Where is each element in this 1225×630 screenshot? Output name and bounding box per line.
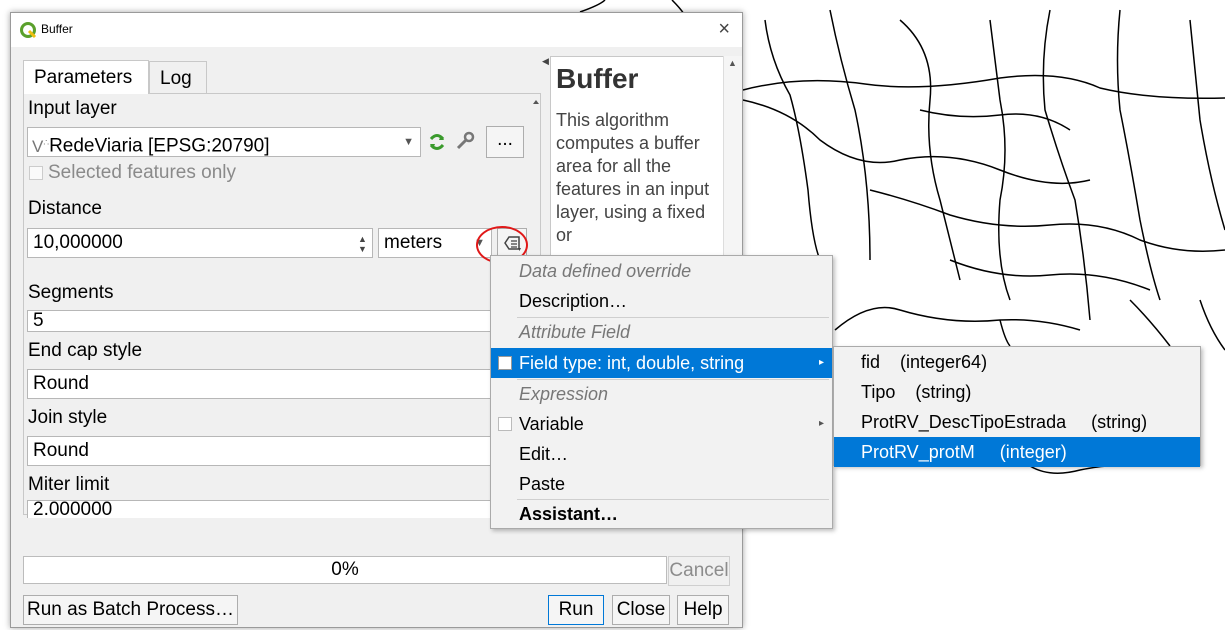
chevron-down-icon: ▼ [403, 136, 414, 148]
selected-only-label: Selected features only [48, 162, 237, 183]
progress-bar: 0% [23, 556, 667, 584]
distance-unit-value: meters [384, 232, 443, 253]
distance-unit-combo[interactable]: meters ▼ [378, 228, 492, 258]
checkbox-icon [498, 356, 512, 370]
iterate-icon[interactable] [427, 132, 447, 152]
help-panel: Buffer This algorithm computes a buffer … [550, 56, 730, 271]
menu-header-attribute-field: Attribute Field [519, 322, 631, 342]
input-layer-label: Input layer [28, 98, 117, 119]
menu-item-variable[interactable]: Variable ▸ [491, 409, 832, 439]
checkbox-icon [498, 417, 512, 431]
distance-label: Distance [28, 198, 102, 219]
help-button[interactable]: Help [677, 595, 729, 625]
tab-log[interactable]: Log [149, 61, 207, 93]
vector-layer-icon: V∴ [32, 136, 50, 156]
spin-arrows-icon[interactable]: ▲ ▼ [358, 234, 367, 254]
join-style-label: Join style [28, 407, 108, 428]
scroll-up-icon[interactable]: ▲ [728, 58, 737, 68]
menu-item-assistant[interactable]: Assistant… [491, 499, 832, 529]
segments-label: Segments [28, 282, 114, 303]
menu-header-data-defined: Data defined override [519, 261, 692, 281]
menu-item-variable-label: Variable [519, 414, 584, 434]
close-icon[interactable]: × [718, 18, 730, 41]
help-text: This algorithm computes a buffer area fo… [556, 110, 710, 245]
miter-limit-label: Miter limit [28, 474, 110, 495]
end-cap-style-combo[interactable]: Round [27, 369, 497, 399]
miter-limit-input[interactable]: 2.000000 [27, 500, 497, 518]
menu-header-expression: Expression [519, 384, 609, 404]
window-title: Buffer [41, 22, 73, 36]
title-bar: Buffer × [11, 13, 742, 47]
distance-input[interactable]: 10,000000 [27, 228, 373, 258]
field-item-prot-m[interactable]: ProtRV_protM (integer) [834, 437, 1200, 467]
menu-item-description[interactable]: Description… [491, 286, 832, 316]
splitter-arrow-icon[interactable]: ◀ [542, 56, 549, 67]
cancel-button[interactable]: Cancel [668, 556, 730, 586]
menu-item-field-type-label: Field type: int, double, string [519, 353, 745, 373]
submenu-arrow-icon: ▸ [818, 418, 824, 429]
close-button[interactable]: Close [612, 595, 670, 625]
input-layer-combo[interactable]: V∴RedeViaria [EPSG:20790] ▼ [27, 127, 421, 157]
run-batch-button[interactable]: Run as Batch Process… [23, 595, 238, 625]
wrench-icon[interactable] [454, 130, 476, 152]
field-item-desc-tipo-estrada[interactable]: ProtRV_DescTipoEstrada (string) [834, 407, 1200, 437]
browse-button[interactable]: ... [486, 126, 524, 158]
end-cap-style-label: End cap style [28, 340, 143, 361]
qgis-logo-icon [20, 22, 37, 39]
menu-item-edit[interactable]: Edit… [491, 439, 832, 469]
help-title: Buffer [556, 63, 639, 94]
segments-input[interactable]: 5 [27, 310, 497, 332]
input-layer-value: RedeViaria [EPSG:20790] [49, 135, 270, 157]
field-item-fid[interactable]: fid (integer64) [834, 347, 1200, 377]
data-defined-menu: Data defined override Description… Attri… [490, 255, 833, 529]
progress-text: 0% [331, 559, 359, 580]
tab-parameters[interactable]: Parameters [23, 60, 149, 94]
menu-item-field-type[interactable]: Field type: int, double, string ▸ [491, 348, 832, 378]
menu-item-paste[interactable]: Paste [491, 469, 832, 499]
parameters-panel: Input layer V∴RedeViaria [EPSG:20790] ▼ … [23, 93, 541, 518]
join-style-combo[interactable]: Round [27, 436, 497, 466]
submenu-arrow-icon: ▸ [818, 357, 824, 368]
field-item-tipo[interactable]: Tipo (string) [834, 377, 1200, 407]
run-button[interactable]: Run [548, 595, 604, 625]
selected-only-checkbox[interactable] [29, 166, 43, 180]
field-submenu: fid (integer64) Tipo (string) ProtRV_Des… [833, 346, 1201, 467]
help-scrollbar[interactable]: ▲ [723, 56, 742, 271]
